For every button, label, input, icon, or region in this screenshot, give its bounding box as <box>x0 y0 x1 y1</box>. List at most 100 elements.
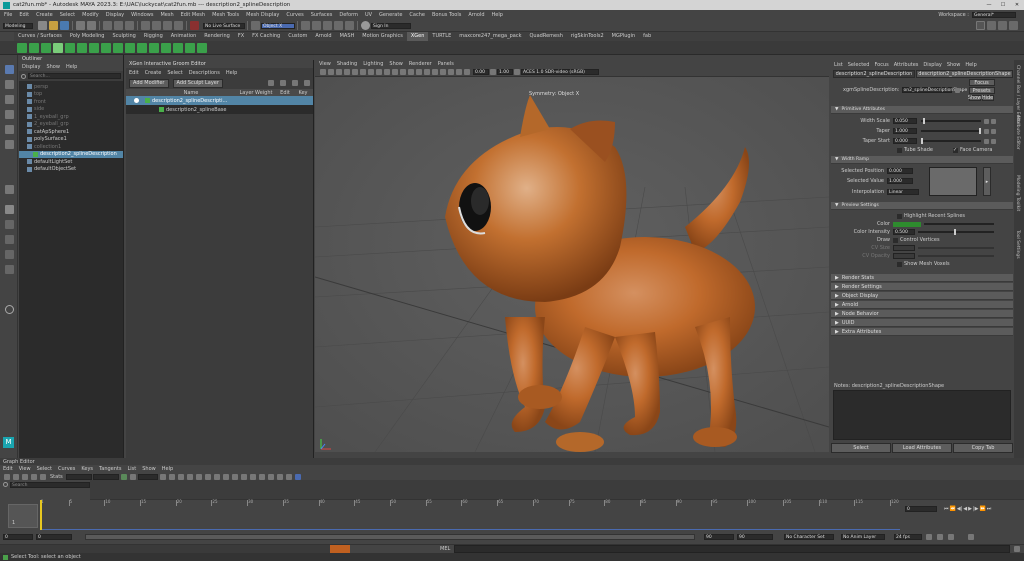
auto-key-icon[interactable] <box>948 534 954 540</box>
curve-infinity-icon[interactable] <box>267 473 274 480</box>
outliner-item[interactable]: 2_eyeball_grp <box>19 121 123 129</box>
preview-settings-section[interactable]: ▼ Preview Settings <box>831 202 1013 210</box>
xgen-place-icon[interactable] <box>65 42 75 53</box>
outliner-item[interactable]: persp <box>19 83 123 91</box>
menu-help[interactable]: Help <box>492 12 503 18</box>
ae-menu-display[interactable]: Display <box>923 62 941 68</box>
map-icon[interactable] <box>991 128 996 134</box>
menu-windows[interactable]: Windows <box>131 12 153 18</box>
magnet-icon[interactable] <box>190 21 199 30</box>
shelf-tab-rigging[interactable]: Rigging <box>140 32 167 41</box>
settings-icon[interactable] <box>304 80 310 86</box>
weighted-tangent-icon[interactable] <box>195 473 202 480</box>
rotate-tool-icon[interactable] <box>5 125 14 134</box>
outliner-item[interactable]: front <box>19 98 123 106</box>
undo-icon[interactable] <box>76 21 85 30</box>
section-object-display[interactable]: ▶ Object Display <box>831 292 1013 300</box>
auto-tangent-icon[interactable] <box>204 473 211 480</box>
add-sculpt-layer-button[interactable]: Add Sculpt Layer <box>172 78 223 88</box>
channel-box-toggle-icon[interactable] <box>987 21 996 30</box>
layout-four-icon[interactable] <box>5 220 14 229</box>
stats-value-field[interactable] <box>92 473 119 480</box>
xgen-guide-icon[interactable] <box>53 42 63 53</box>
menu-cache[interactable]: Cache <box>409 12 425 18</box>
snap-curve-icon[interactable] <box>152 21 161 30</box>
symmetry-select[interactable]: Object X <box>261 22 295 29</box>
outliner-item[interactable]: description2_splineDescription <box>19 150 123 158</box>
graph-editor-canvas[interactable] <box>90 480 1024 500</box>
linear-tangent-icon[interactable] <box>231 473 238 480</box>
outliner-item[interactable]: defaultObjectSet <box>19 166 123 174</box>
viewport-menu-panels[interactable]: Panels <box>438 61 454 67</box>
isolate-icon[interactable] <box>392 68 398 75</box>
move-tool-icon[interactable] <box>5 110 14 119</box>
play-backward-icon[interactable]: ◀ <box>963 506 967 512</box>
playback-end-field[interactable]: 90 <box>704 534 734 540</box>
side-tab-attribute-editor[interactable]: Attribute Editor <box>1015 115 1020 150</box>
key-tangent-icon[interactable] <box>120 473 127 480</box>
viewport-menu-show[interactable]: Show <box>389 61 403 67</box>
ae-menu-focus[interactable]: Focus <box>874 62 888 68</box>
viewport-menu-lighting[interactable]: Lighting <box>363 61 383 67</box>
groom-menu-create[interactable]: Create <box>145 70 162 76</box>
menu-bonus-tools[interactable]: Bonus Tools <box>432 12 461 18</box>
outliner-menu-help[interactable]: Help <box>66 64 77 70</box>
safe-title-icon[interactable] <box>456 68 462 75</box>
graph-menu-edit[interactable]: Edit <box>3 466 13 472</box>
go-to-end-icon[interactable]: ⏭ <box>987 506 992 512</box>
minimize-icon[interactable]: — <box>982 2 996 8</box>
menu-surfaces[interactable]: Surfaces <box>311 12 333 18</box>
notes-textarea[interactable] <box>833 390 1011 440</box>
focus-button[interactable]: Focus <box>968 79 995 86</box>
section-node-behavior[interactable]: ▶ Node Behavior <box>831 310 1013 318</box>
shelf-tab-quadremesh[interactable]: QuadRemesh <box>526 32 567 41</box>
xgen-smooth-icon[interactable] <box>113 42 123 53</box>
menu-curves[interactable]: Curves <box>286 12 303 18</box>
section-extra-attributes[interactable]: ▶ Extra Attributes <box>831 328 1013 336</box>
post-infinity-icon[interactable] <box>285 473 292 480</box>
layout-single-icon[interactable] <box>5 205 14 214</box>
ae-tab-description-shape[interactable]: description2_splineDescriptionShape <box>915 69 1013 78</box>
shelf-tab-fab[interactable]: fab <box>639 32 655 41</box>
render-settings-icon[interactable] <box>323 21 332 30</box>
live-surface-field[interactable]: No Live Surface <box>203 22 245 29</box>
section-render-stats[interactable]: ▶ Render Stats <box>831 274 1013 282</box>
select-object-icon[interactable] <box>114 21 123 30</box>
region-icon[interactable] <box>31 473 37 480</box>
ipr-render-icon[interactable] <box>312 21 321 30</box>
graph-menu-tangents[interactable]: Tangents <box>99 466 121 472</box>
lasso-tool-icon[interactable] <box>5 80 14 89</box>
flat-tangent-icon[interactable] <box>240 473 247 480</box>
outliner-item[interactable]: 1_eyeball_grp <box>19 113 123 121</box>
select-tool-icon[interactable] <box>5 65 14 74</box>
move-up-icon[interactable] <box>268 80 274 86</box>
xgen-clump-icon[interactable] <box>161 42 171 53</box>
xgen-comb-icon[interactable] <box>77 42 87 53</box>
new-scene-icon[interactable] <box>38 21 47 30</box>
add-modifier-button[interactable]: Add Modifier <box>129 78 169 88</box>
section-arnold[interactable]: ▶ Arnold <box>831 301 1013 309</box>
xgen-description-icon[interactable] <box>29 42 39 53</box>
load-attributes-button[interactable]: Load Attributes <box>892 443 952 453</box>
xgen-width-icon[interactable] <box>149 42 159 53</box>
step-back-frame-icon[interactable]: ◀| <box>957 506 963 512</box>
buffer-curve-icon[interactable] <box>129 473 136 480</box>
attribute-editor-toggle-icon[interactable] <box>998 21 1007 30</box>
command-input[interactable] <box>454 545 1010 553</box>
search-icon[interactable] <box>976 21 985 30</box>
lock-tangent-icon[interactable] <box>186 473 193 480</box>
menu-mesh-display[interactable]: Mesh Display <box>246 12 279 18</box>
backface-icon[interactable] <box>416 68 422 75</box>
menu-edit-mesh[interactable]: Edit Mesh <box>181 12 205 18</box>
viewport-menu-renderer[interactable]: Renderer <box>409 61 432 67</box>
xgen-cut-icon[interactable] <box>125 42 135 53</box>
outliner-item[interactable]: polySurface1 <box>19 136 123 144</box>
smooth-shade-icon[interactable] <box>344 68 350 75</box>
play-forward-icon[interactable]: ▶ <box>968 506 972 512</box>
graph-menu-curves[interactable]: Curves <box>58 466 75 472</box>
playhead-marker[interactable] <box>40 500 42 530</box>
side-tab-tool-settings[interactable]: Tool Settings <box>1015 230 1020 259</box>
select-hierarchy-icon[interactable] <box>103 21 112 30</box>
exposure-field[interactable]: 0.00 <box>473 68 489 75</box>
highlight-checkbox[interactable] <box>897 213 902 219</box>
